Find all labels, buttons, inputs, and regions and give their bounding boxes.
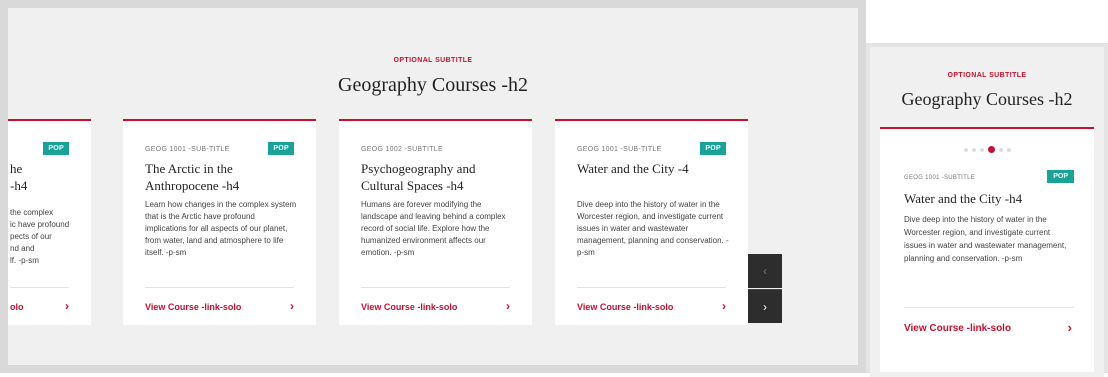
card-description: Learn how changes in the complex system … <box>145 200 297 257</box>
card-description: Dive deep into the history of water in t… <box>577 200 729 257</box>
pager-dot[interactable] <box>1006 147 1011 152</box>
pager-dot[interactable] <box>971 147 976 152</box>
card-subtitle: GEOG 1001 -SUB-TITLE <box>145 146 230 153</box>
card-description: Dive deep into the history of water in t… <box>904 215 1067 263</box>
card-title: The Arctic in the Anthropocene -h4 <box>145 161 240 193</box>
card-divider <box>361 287 510 288</box>
card-title: Water and the City -4 <box>577 161 689 176</box>
course-card: POP he -h4 the complex ic have profound … <box>8 119 91 325</box>
carousel-pager <box>880 146 1094 153</box>
chevron-right-icon: › <box>763 299 767 314</box>
course-card: GEOG 1001 -SUB-TITLE POP Water and the C… <box>555 119 748 325</box>
mobile-carousel-section: OPTIONAL SUBTITLE Geography Courses -h2 … <box>870 47 1104 377</box>
mobile-preview: OPTIONAL SUBTITLE Geography Courses -h2 … <box>866 43 1108 377</box>
card-subtitle: GEOG 1001 -SUBTITLE <box>904 175 976 181</box>
chevron-right-icon[interactable]: › <box>1068 320 1072 335</box>
view-course-link[interactable]: olo <box>10 302 24 312</box>
pager-dot[interactable] <box>998 147 1003 152</box>
pop-badge: POP <box>268 142 294 155</box>
card-title: Psychogeography and Cultural Spaces -h4 <box>361 161 476 193</box>
carousel-prev-button[interactable]: ‹ <box>748 254 782 288</box>
pager-dot[interactable] <box>979 147 984 152</box>
section-title: Geography Courses -h2 <box>901 89 1073 109</box>
card-divider <box>10 287 69 288</box>
section-subtitle: OPTIONAL SUBTITLE <box>947 72 1027 79</box>
view-course-link[interactable]: View Course -link-solo <box>361 302 457 312</box>
chevron-left-icon: ‹ <box>763 264 767 278</box>
chevron-right-icon[interactable]: › <box>722 299 726 313</box>
pop-badge: POP <box>700 142 726 155</box>
desktop-preview: OPTIONAL SUBTITLE Geography Courses -h2 … <box>0 0 866 373</box>
card-divider <box>577 287 726 288</box>
pop-badge: POP <box>43 142 69 155</box>
card-subtitle: GEOG 1001 -SUB-TITLE <box>577 146 662 153</box>
pager-dot[interactable] <box>987 146 995 153</box>
view-course-link[interactable]: View Course -link-solo <box>904 323 1011 334</box>
card-description: Humans are forever modifying the landsca… <box>361 200 506 257</box>
course-card: GEOG 1001 -SUB-TITLE POP The Arctic in t… <box>123 119 316 325</box>
course-card: GEOG 1002 -SUBTITLE Psychogeography and … <box>339 119 532 325</box>
carousel-next-button[interactable]: › <box>748 289 782 323</box>
view-course-link[interactable]: View Course -link-solo <box>145 302 241 312</box>
section-title: Geography Courses -h2 <box>338 74 528 96</box>
chevron-right-icon[interactable]: › <box>290 299 294 313</box>
carousel-section: OPTIONAL SUBTITLE Geography Courses -h2 … <box>8 8 858 365</box>
card-divider <box>145 287 294 288</box>
card-title: Water and the City -h4 <box>904 191 1023 206</box>
course-card: GEOG 1001 -SUBTITLE POP Water and the Ci… <box>880 127 1094 372</box>
section-subtitle: OPTIONAL SUBTITLE <box>393 57 473 64</box>
chevron-right-icon[interactable]: › <box>506 299 510 313</box>
chevron-right-icon[interactable]: › <box>65 299 69 313</box>
view-course-link[interactable]: View Course -link-solo <box>577 302 673 312</box>
pop-badge: POP <box>1047 170 1074 183</box>
pager-dot[interactable] <box>963 147 968 152</box>
card-subtitle: GEOG 1002 -SUBTITLE <box>361 146 443 153</box>
card-divider <box>904 307 1074 308</box>
